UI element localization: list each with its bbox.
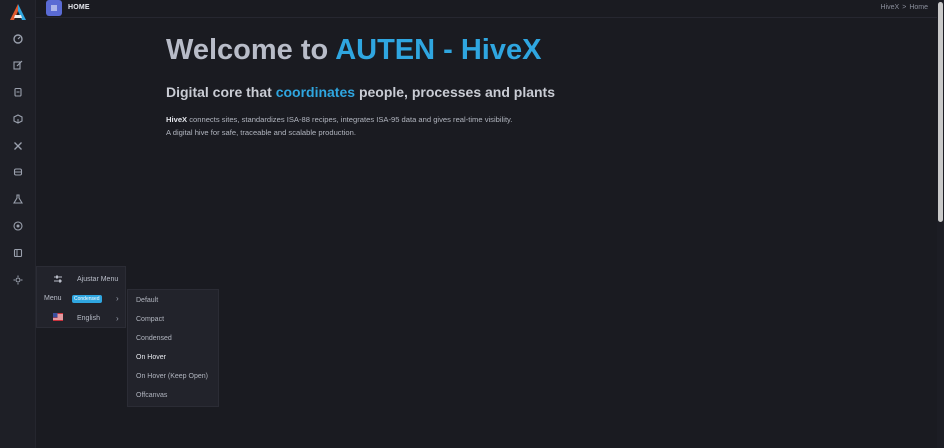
language-label: English: [77, 315, 100, 322]
submenu-item-on-hover-keep-open[interactable]: On Hover (Keep Open): [136, 373, 208, 380]
hero-title: Welcome to AUTEN - HiveX: [166, 34, 541, 67]
submenu-item-on-hover[interactable]: On Hover: [136, 354, 166, 361]
breadcrumb-current: Home: [909, 4, 928, 11]
us-flag-icon: [53, 313, 63, 323]
breadcrumb-separator: >: [902, 4, 907, 11]
hero-description: HiveX connects sites, standardizes ISA-8…: [166, 114, 606, 139]
menu-mode-item[interactable]: Menu Condensed ›: [37, 289, 127, 307]
submenu-item-default[interactable]: Default: [136, 297, 158, 304]
scrollbar-thumb[interactable]: [938, 2, 943, 222]
adjust-menu-item[interactable]: Ajustar Menu: [37, 270, 127, 288]
menu-mode-submenu: Default Compact Condensed On Hover On Ho…: [127, 289, 219, 407]
breadcrumb: HiveX > Home: [881, 4, 928, 11]
hero-desc-brand: HiveX: [166, 115, 188, 124]
target-icon[interactable]: [11, 219, 25, 233]
logo[interactable]: [9, 3, 27, 21]
submenu-item-compact[interactable]: Compact: [136, 316, 164, 323]
sliders-icon: [53, 274, 63, 284]
topbar: HOME HiveX > Home: [36, 0, 944, 18]
breadcrumb-root[interactable]: HiveX: [881, 4, 900, 11]
box-icon[interactable]: [11, 112, 25, 126]
hero-subtitle-accent: coordinates: [275, 84, 356, 100]
menu-mode-label: Menu: [44, 295, 62, 302]
language-item[interactable]: English ›: [37, 309, 127, 327]
page-title: HOME: [68, 4, 90, 11]
menu-mode-badge: Condensed: [72, 295, 102, 303]
hamburger-icon: [51, 5, 57, 11]
sun-icon[interactable]: [11, 273, 25, 287]
scrollbar[interactable]: [937, 0, 944, 448]
flask-icon[interactable]: [11, 192, 25, 206]
clipboard-icon[interactable]: [11, 85, 25, 99]
submenu-item-condensed[interactable]: Condensed: [136, 335, 172, 342]
hero-desc-line2: A digital hive for safe, traceable and s…: [166, 127, 356, 137]
database-icon[interactable]: [11, 165, 25, 179]
hero-subtitle-before: Digital core that: [166, 84, 272, 100]
chevron-right-icon: ›: [116, 314, 119, 323]
sidebar: [0, 0, 36, 448]
menu-toggle-button[interactable]: [46, 0, 62, 16]
submenu-item-offcanvas[interactable]: Offcanvas: [136, 392, 167, 399]
panel-icon[interactable]: [11, 246, 25, 260]
hero-subtitle: Digital core that coordinates people, pr…: [166, 84, 555, 100]
hero-subtitle-after: people, processes and plants: [358, 84, 555, 100]
settings-popover: Ajustar Menu Menu Condensed › English ›: [36, 266, 126, 328]
tools-icon[interactable]: [11, 139, 25, 153]
adjust-menu-label: Ajustar Menu: [77, 276, 119, 283]
gauge-icon[interactable]: [11, 32, 25, 46]
chevron-right-icon: ›: [116, 294, 119, 303]
hero-desc-line1: connects sites, standardizes ISA-88 reci…: [189, 115, 513, 124]
hero-title-accent: AUTEN - HiveX: [335, 34, 542, 66]
edit-icon[interactable]: [11, 58, 25, 72]
hero-title-prefix: Welcome to: [166, 34, 329, 66]
